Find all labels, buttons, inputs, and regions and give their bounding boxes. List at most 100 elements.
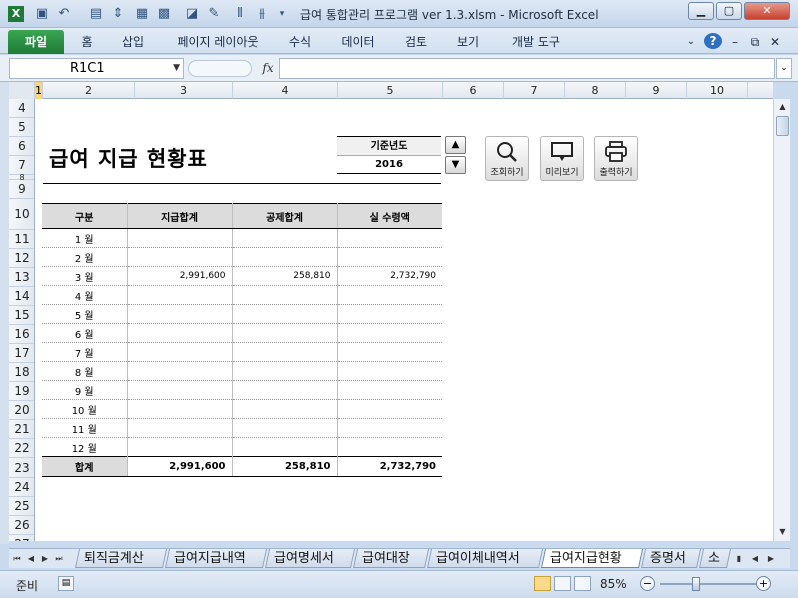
tab-file[interactable]: 파일: [8, 30, 64, 54]
tab-developer[interactable]: 개발 도구: [500, 32, 572, 52]
row-header[interactable]: 12: [9, 249, 34, 268]
row-header[interactable]: 6: [9, 137, 34, 156]
row-header[interactable]: 24: [9, 478, 34, 497]
amount-cell[interactable]: [127, 304, 233, 324]
row-header[interactable]: 10: [9, 199, 34, 230]
amount-cell[interactable]: [337, 437, 442, 457]
row-header[interactable]: 22: [9, 439, 34, 458]
amount-cell[interactable]: [127, 342, 233, 362]
amount-cell[interactable]: [127, 361, 233, 381]
month-cell[interactable]: 10 월: [42, 399, 128, 419]
zoom-level[interactable]: 85%: [600, 577, 627, 591]
tab-page-layout[interactable]: 페이지 레이아웃: [166, 32, 270, 52]
year-value[interactable]: 2016: [337, 156, 441, 174]
row-header[interactable]: 25: [9, 497, 34, 516]
vertical-scrollbar[interactable]: ▲ ▼: [773, 99, 790, 541]
row-header[interactable]: 17: [9, 344, 34, 363]
ribbon-collapse-icon[interactable]: ⌄: [684, 32, 698, 52]
row-header[interactable]: 18: [9, 363, 34, 382]
column-header[interactable]: 4: [233, 82, 338, 99]
column-header[interactable]: 8: [565, 82, 626, 99]
zoom-out-icon[interactable]: −: [640, 576, 655, 591]
chevron-down-icon[interactable]: ▼: [173, 59, 180, 78]
page-break-view-icon[interactable]: [574, 576, 591, 591]
sheet-tab[interactable]: 급여이체내역서: [426, 549, 544, 568]
zoom-in-icon[interactable]: +: [756, 576, 771, 591]
total-amount[interactable]: 2,732,790: [337, 456, 442, 477]
close-button[interactable]: ✕: [744, 2, 790, 20]
month-cell[interactable]: 6 월: [42, 323, 128, 343]
month-cell[interactable]: 8 월: [42, 361, 128, 381]
zoom-slider[interactable]: [660, 583, 756, 585]
amount-cell[interactable]: [337, 361, 442, 381]
amount-cell[interactable]: [232, 361, 338, 381]
amount-cell[interactable]: [337, 399, 442, 419]
page-layout-view-icon[interactable]: [554, 576, 571, 591]
amount-cell[interactable]: [337, 247, 442, 267]
row-header[interactable]: 15: [9, 306, 34, 325]
row-header[interactable]: 20: [9, 401, 34, 420]
sheet-tab[interactable]: 증명서: [640, 549, 702, 568]
scroll-thumb[interactable]: [776, 116, 789, 136]
column-header[interactable]: 2: [43, 82, 135, 99]
amount-cell[interactable]: [232, 304, 338, 324]
maximize-button[interactable]: ▢: [716, 2, 742, 20]
scroll-up-icon[interactable]: ▲: [776, 100, 789, 114]
month-cell[interactable]: 12 월: [42, 437, 128, 457]
amount-cell[interactable]: [232, 437, 338, 457]
outline-icon[interactable]: ⫵: [254, 6, 270, 22]
amount-cell[interactable]: 2,991,600: [127, 266, 233, 286]
row-header[interactable]: 13: [9, 268, 34, 287]
format-icon[interactable]: ▤: [88, 6, 104, 22]
workbook-close-icon[interactable]: ✕: [768, 32, 782, 52]
column-header[interactable]: 7: [504, 82, 565, 99]
amount-cell[interactable]: 2,732,790: [337, 266, 442, 286]
zoom-slider-thumb[interactable]: [692, 577, 700, 591]
next-sheet-icon[interactable]: ▶: [39, 551, 51, 567]
year-up-button[interactable]: ▲: [445, 136, 466, 154]
amount-cell[interactable]: [127, 380, 233, 400]
total-label[interactable]: 합계: [42, 456, 128, 477]
edit-icon[interactable]: ✎: [206, 6, 222, 22]
amount-cell[interactable]: [232, 285, 338, 305]
amount-cell[interactable]: [232, 342, 338, 362]
row-header[interactable]: 26: [9, 516, 34, 535]
month-cell[interactable]: 11 월: [42, 418, 128, 438]
help-icon[interactable]: ?: [704, 33, 722, 49]
row-header[interactable]: 23: [9, 458, 34, 478]
total-amount[interactable]: 258,810: [232, 456, 338, 477]
name-box[interactable]: R1C1 ▼: [9, 58, 184, 79]
month-cell[interactable]: 7 월: [42, 342, 128, 362]
amount-cell[interactable]: [337, 304, 442, 324]
amount-cell[interactable]: [232, 418, 338, 438]
workbook-restore-icon[interactable]: ⧉: [748, 32, 762, 52]
sheet-tab[interactable]: 소: [698, 549, 732, 568]
row-header[interactable]: 21: [9, 420, 34, 439]
amount-cell[interactable]: [232, 247, 338, 267]
tab-data[interactable]: 데이터: [334, 32, 382, 52]
minimize-button[interactable]: ▁: [688, 2, 714, 20]
column-header[interactable]: 6: [443, 82, 504, 99]
formula-input[interactable]: [279, 58, 775, 79]
month-cell[interactable]: 5 월: [42, 304, 128, 324]
amount-cell[interactable]: [127, 285, 233, 305]
column-header[interactable]: 1: [35, 82, 43, 99]
column-header[interactable]: 5: [338, 82, 443, 99]
expand-formula-bar-icon[interactable]: ⌄: [776, 58, 792, 79]
row-header[interactable]: 16: [9, 325, 34, 344]
amount-cell[interactable]: [337, 380, 442, 400]
total-amount[interactable]: 2,991,600: [127, 456, 233, 477]
scroll-down-icon[interactable]: ▼: [776, 525, 789, 539]
month-cell[interactable]: 3 월: [42, 266, 128, 286]
column-header[interactable]: 9: [626, 82, 687, 99]
month-cell[interactable]: 4 월: [42, 285, 128, 305]
amount-cell[interactable]: [232, 323, 338, 343]
formula-bar-resize-handle[interactable]: [188, 60, 252, 77]
insert-function-icon[interactable]: fx: [258, 59, 278, 77]
amount-cell[interactable]: [337, 228, 442, 248]
macro-record-icon[interactable]: ▤: [58, 576, 74, 591]
row-header[interactable]: 14: [9, 287, 34, 306]
normal-view-icon[interactable]: [534, 576, 551, 591]
amount-cell[interactable]: 258,810: [232, 266, 338, 286]
column-header[interactable]: 3: [135, 82, 233, 99]
